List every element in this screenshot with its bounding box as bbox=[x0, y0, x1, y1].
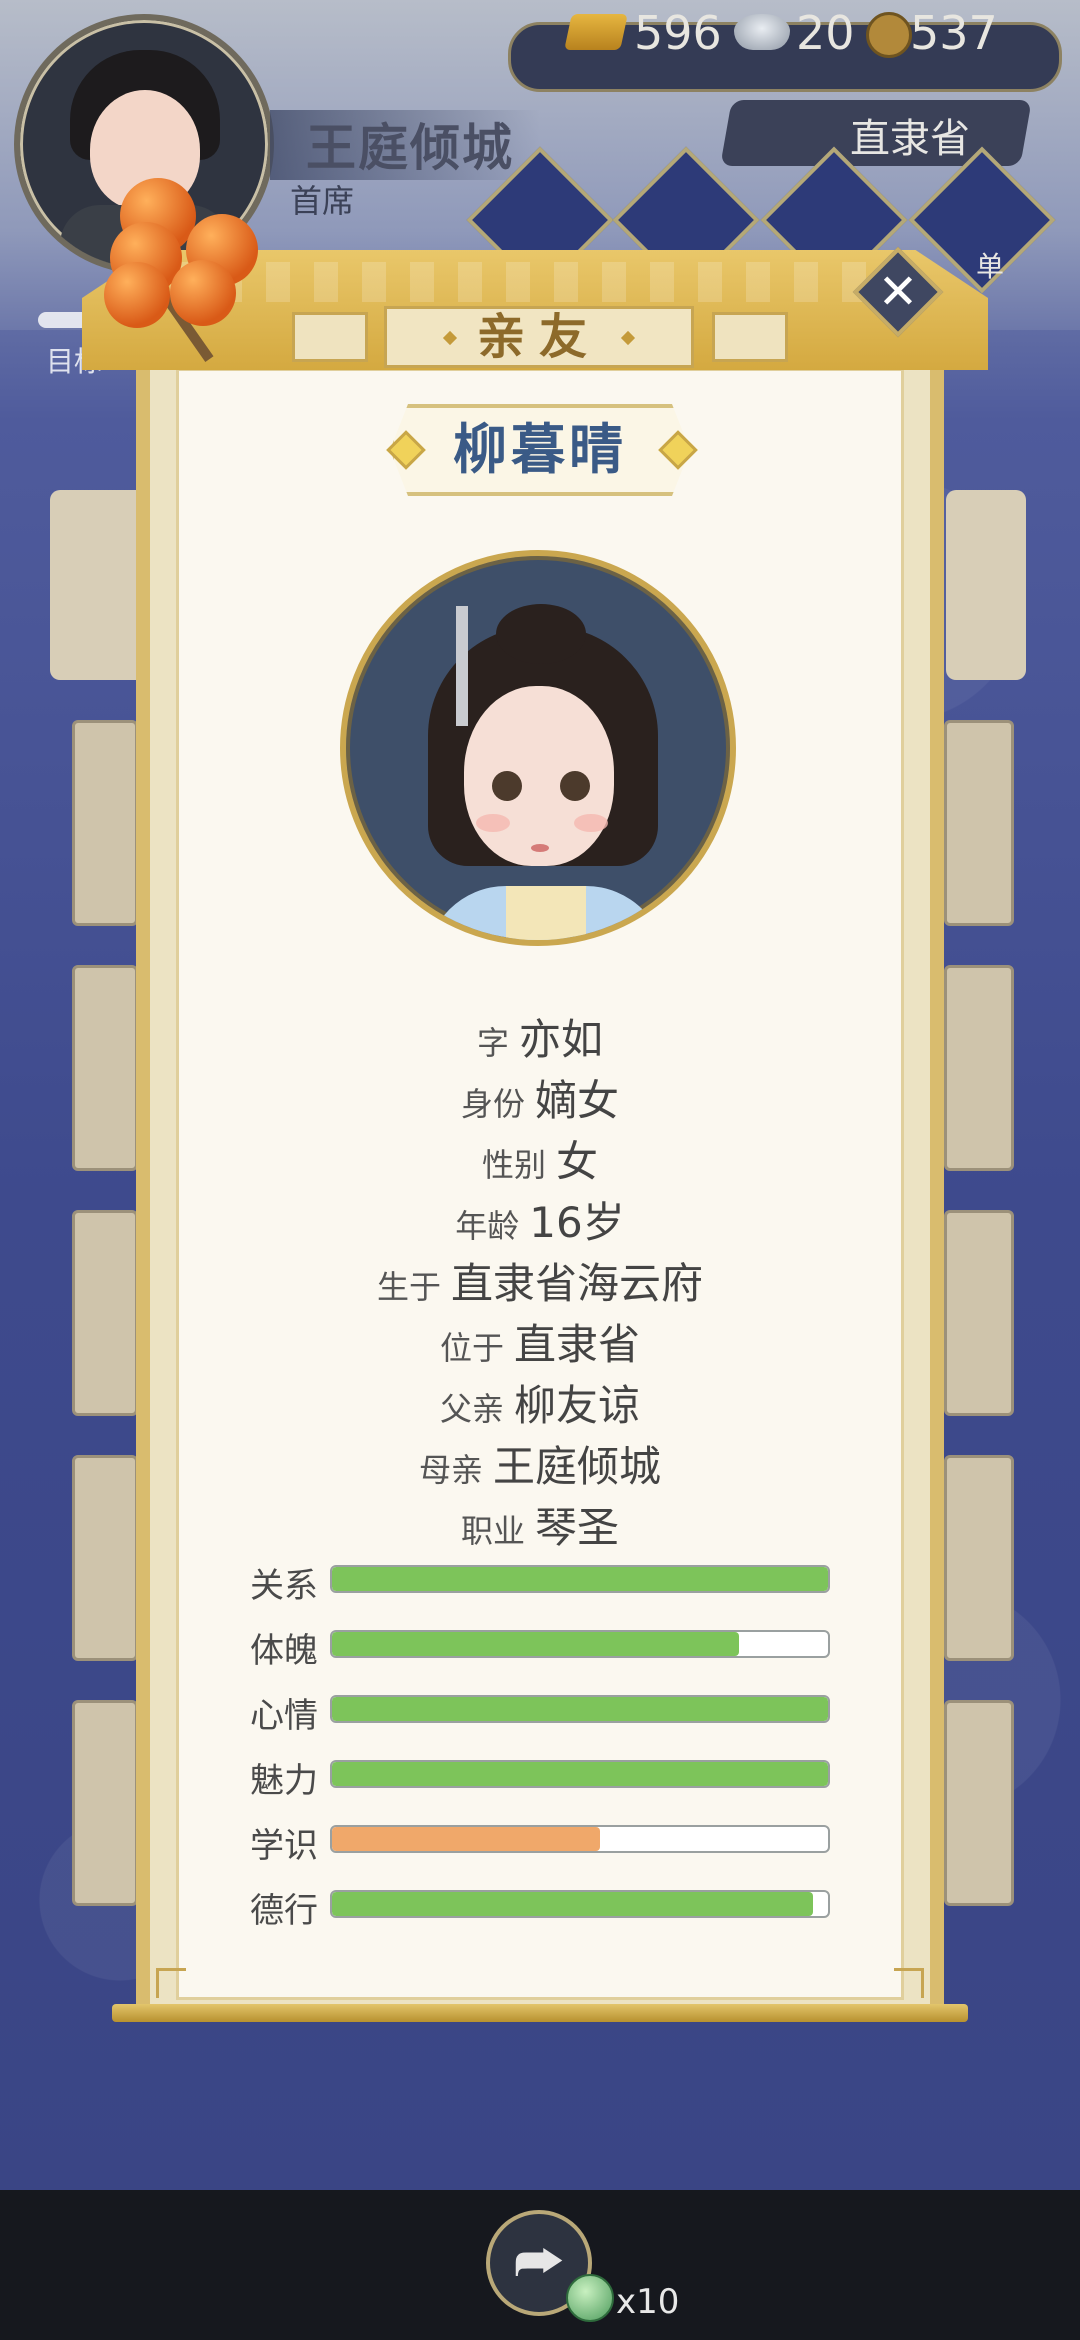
more-menu-label: 单 bbox=[976, 250, 1005, 283]
stat-label-mood: 心情 bbox=[250, 1696, 318, 1736]
portrait-collar bbox=[506, 886, 586, 940]
family-card-right[interactable] bbox=[946, 490, 1026, 680]
info-value: 琴圣 bbox=[535, 1503, 620, 1552]
character-portrait bbox=[340, 550, 736, 946]
info-key: 母亲 bbox=[418, 1451, 483, 1489]
family-card-right[interactable] bbox=[944, 1700, 1014, 1906]
family-card-left[interactable] bbox=[72, 1210, 138, 1416]
family-card-left[interactable] bbox=[72, 965, 138, 1171]
info-value: 嫡女 bbox=[535, 1076, 620, 1125]
region-label[interactable]: 直隶省 bbox=[850, 106, 970, 164]
info-value: 女 bbox=[556, 1137, 599, 1186]
family-card-left[interactable] bbox=[72, 1455, 138, 1661]
family-card-left[interactable] bbox=[50, 490, 150, 680]
stat-bar-mood bbox=[330, 1695, 830, 1723]
stat-bar-virtue bbox=[330, 1890, 830, 1918]
player-name: 王庭倾城 bbox=[306, 119, 514, 177]
stat-label-charm: 魅力 bbox=[250, 1761, 318, 1801]
stat-bar-charm bbox=[330, 1760, 830, 1788]
stat-fill bbox=[332, 1762, 828, 1786]
family-card-left[interactable] bbox=[72, 1700, 138, 1906]
info-key: 位于 bbox=[439, 1329, 504, 1367]
info-value: 柳友谅 bbox=[514, 1381, 641, 1430]
family-card-right[interactable] bbox=[944, 1210, 1014, 1416]
family-card-right[interactable] bbox=[944, 1455, 1014, 1661]
stat-label-physique: 体魄 bbox=[250, 1631, 318, 1671]
portrait-hair-bun bbox=[496, 604, 586, 664]
stat-fill bbox=[332, 1632, 739, 1656]
stat-fill bbox=[332, 1827, 600, 1851]
info-key: 生于 bbox=[376, 1268, 441, 1306]
stat-label-virtue: 德行 bbox=[250, 1891, 318, 1931]
panel-title: 亲友 bbox=[476, 309, 601, 365]
stat-bar-physique bbox=[330, 1630, 830, 1658]
portrait-eye bbox=[560, 771, 590, 801]
info-value: 王庭倾城 bbox=[493, 1442, 662, 1491]
stat-label-relationship: 关系 bbox=[250, 1566, 318, 1606]
info-row-gender: 性别女 bbox=[176, 1128, 904, 1189]
silver-amount: 20 bbox=[796, 6, 855, 60]
scroll-header-pattern bbox=[170, 262, 900, 302]
portrait-blush bbox=[574, 814, 608, 832]
gold-ingot-icon bbox=[564, 14, 628, 50]
info-key: 性别 bbox=[481, 1146, 546, 1184]
info-value: 16岁 bbox=[529, 1198, 625, 1247]
corner-ornament bbox=[156, 1968, 186, 1998]
portrait-blush bbox=[476, 814, 510, 832]
info-row-occupation: 职业 琴圣 bbox=[176, 1494, 904, 1555]
stat-bar-knowledge bbox=[330, 1825, 830, 1853]
close-icon[interactable]: ✕ bbox=[866, 260, 930, 324]
candied-fruit-icon bbox=[170, 260, 236, 326]
family-card-right[interactable] bbox=[944, 965, 1014, 1171]
corner-ornament bbox=[894, 1968, 924, 1998]
player-rank: 首席 bbox=[290, 182, 355, 220]
family-card-right[interactable] bbox=[944, 720, 1014, 926]
share-reward-count: x10 bbox=[616, 2282, 680, 2322]
portrait-mouth bbox=[531, 844, 549, 852]
info-key: 字 bbox=[476, 1024, 509, 1062]
family-card-left[interactable] bbox=[72, 720, 138, 926]
gold-amount: 596 bbox=[634, 6, 722, 60]
candied-fruit-icon bbox=[104, 262, 170, 328]
info-row-location: 位于 直隶省 bbox=[176, 1311, 904, 1372]
stat-bar-relationship bbox=[330, 1565, 830, 1593]
scroll-bottom-rod bbox=[112, 2004, 968, 2022]
coin-amount: 537 bbox=[910, 6, 998, 60]
info-value: 亦如 bbox=[519, 1015, 604, 1064]
info-key: 职业 bbox=[460, 1512, 525, 1550]
silver-ingot-icon bbox=[734, 14, 790, 50]
hairpin-ornament bbox=[456, 606, 468, 726]
character-name: 柳暮晴 bbox=[453, 418, 627, 481]
portrait-face bbox=[464, 686, 614, 866]
jade-coin-icon bbox=[566, 2274, 614, 2322]
info-row-father: 父亲 柳友谅 bbox=[176, 1372, 904, 1433]
info-row-age: 年龄 16岁 bbox=[176, 1189, 904, 1250]
stat-label-knowledge: 学识 bbox=[250, 1826, 318, 1866]
info-row-birthplace: 生于 直隶省海云府 bbox=[176, 1250, 904, 1311]
info-value: 直隶省 bbox=[514, 1320, 641, 1369]
stat-fill bbox=[332, 1567, 828, 1591]
info-row-courtesy-name: 字亦如 bbox=[176, 1006, 904, 1067]
info-row-mother: 母亲 王庭倾城 bbox=[176, 1433, 904, 1494]
info-key: 身份 bbox=[460, 1085, 525, 1123]
stat-fill bbox=[332, 1697, 828, 1721]
info-key: 年龄 bbox=[455, 1207, 520, 1245]
portrait-eye bbox=[492, 771, 522, 801]
info-value: 直隶省海云府 bbox=[451, 1259, 704, 1308]
header-ornament-right bbox=[712, 312, 788, 362]
info-key: 父亲 bbox=[439, 1390, 504, 1428]
stat-fill bbox=[332, 1892, 814, 1916]
copper-coin-icon bbox=[866, 12, 912, 58]
info-row-status: 身份 嫡女 bbox=[176, 1067, 904, 1128]
header-ornament-left bbox=[292, 312, 368, 362]
